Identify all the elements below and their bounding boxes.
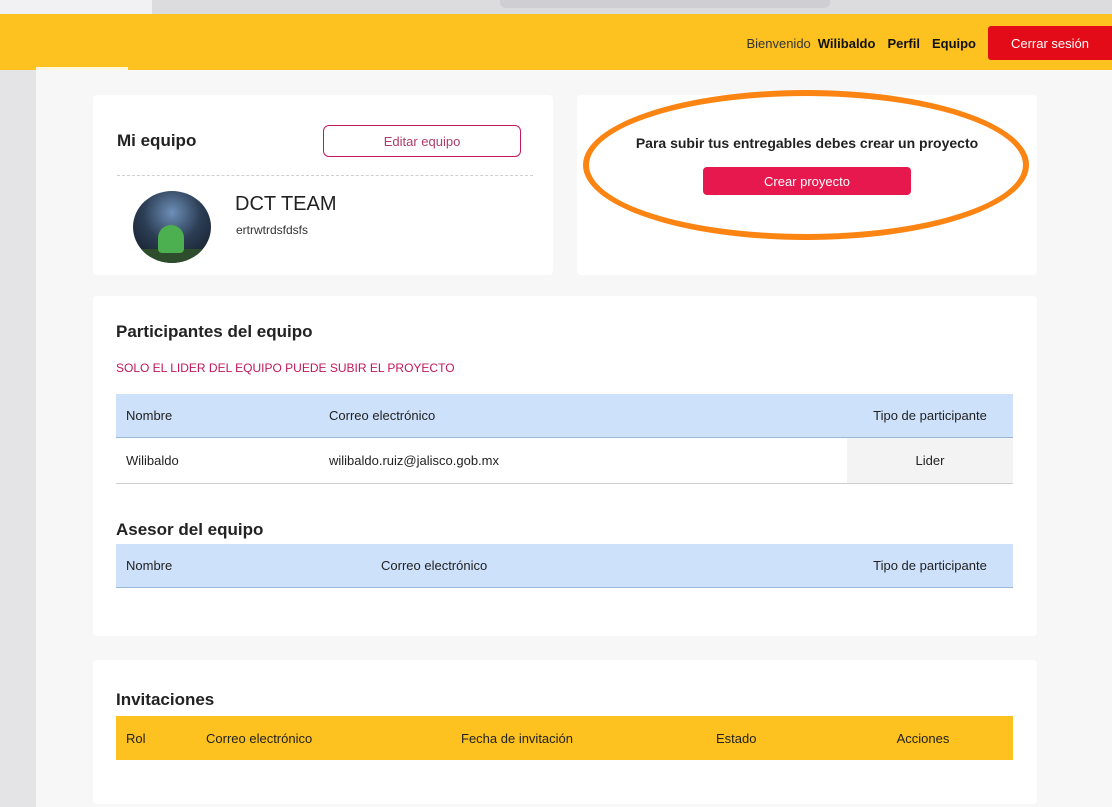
nav-username: Wilibaldo (817, 35, 876, 51)
invite-header-role: Rol (126, 730, 146, 746)
advisor-header-email: Correo electrónico (381, 558, 488, 573)
header-name: Nombre (126, 408, 173, 423)
member-name: Wilibaldo (126, 453, 179, 468)
nav-link-profile[interactable]: Perfil (887, 36, 920, 51)
header-email: Correo electrónico (329, 408, 436, 423)
table-row: Wilibaldo wilibaldo.ruiz@jalisco.gob.mx … (116, 438, 1013, 484)
my-team-title: Mi equipo (117, 131, 197, 150)
android-figure-icon (158, 225, 184, 253)
invitations-table: Rol Correo electrónico Fecha de invitaci… (116, 716, 1013, 760)
advisor-header-name: Nombre (126, 558, 173, 573)
members-table: Nombre Correo electrónico Tipo de partic… (116, 394, 1013, 484)
members-title: Participantes del equipo (116, 322, 313, 341)
invite-header-status: Estado (716, 730, 757, 746)
header-type: Tipo de participante (873, 408, 987, 423)
invite-header-actions: Acciones (896, 730, 950, 746)
logout-button[interactable]: Cerrar sesión (988, 26, 1112, 60)
create-project-button[interactable]: Crear proyecto (703, 167, 911, 195)
invite-header-email: Correo electrónico (206, 730, 313, 746)
invitations-card: Invitaciones Rol Correo electrónico Fech… (93, 660, 1037, 804)
edit-team-button[interactable]: Editar equipo (323, 125, 521, 157)
team-name: DCT TEAM (235, 193, 337, 215)
nav-right-group: Bienvenido Wilibaldo Perfil Equipo Cerra… (746, 26, 1112, 60)
members-table-header: Nombre Correo electrónico Tipo de partic… (116, 394, 1013, 438)
top-navbar: Bienvenido Wilibaldo Perfil Equipo Cerra… (0, 14, 1112, 70)
team-avatar (133, 191, 211, 263)
member-email: wilibaldo.ruiz@jalisco.gob.mx (329, 453, 499, 468)
browser-bar (500, 0, 830, 8)
main-content: Mi equipo Editar equipo DCT TEAM ertrwtr… (36, 70, 1112, 807)
browser-top-strip (0, 0, 1112, 14)
advisor-table-header: Nombre Correo electrónico Tipo de partic… (116, 544, 1013, 588)
invitations-title: Invitaciones (116, 690, 215, 709)
advisor-title: Asesor del equipo (116, 520, 264, 539)
member-type: Lider (847, 438, 1013, 483)
team-description: ertrwtrdsfdsfs (236, 223, 309, 237)
leader-only-warning: SOLO EL LIDER DEL EQUIPO PUEDE SUBIR EL … (116, 361, 455, 375)
team-divider (117, 175, 533, 176)
advisor-table: Nombre Correo electrónico Tipo de partic… (116, 544, 1013, 588)
invite-header-date: Fecha de invitación (461, 730, 574, 746)
my-team-card: Mi equipo Editar equipo DCT TEAM ertrwtr… (93, 95, 553, 275)
nav-welcome-text: Bienvenido (746, 35, 811, 51)
team-members-card: Participantes del equipo SOLO EL LIDER D… (93, 296, 1037, 636)
create-project-message: Para subir tus entregables debes crear u… (635, 135, 979, 151)
browser-tab (0, 0, 152, 14)
nav-link-team[interactable]: Equipo (932, 36, 976, 51)
create-project-card: Para subir tus entregables debes crear u… (577, 95, 1037, 275)
invitations-table-header: Rol Correo electrónico Fecha de invitaci… (116, 716, 1013, 760)
advisor-header-type: Tipo de participante (873, 558, 987, 573)
